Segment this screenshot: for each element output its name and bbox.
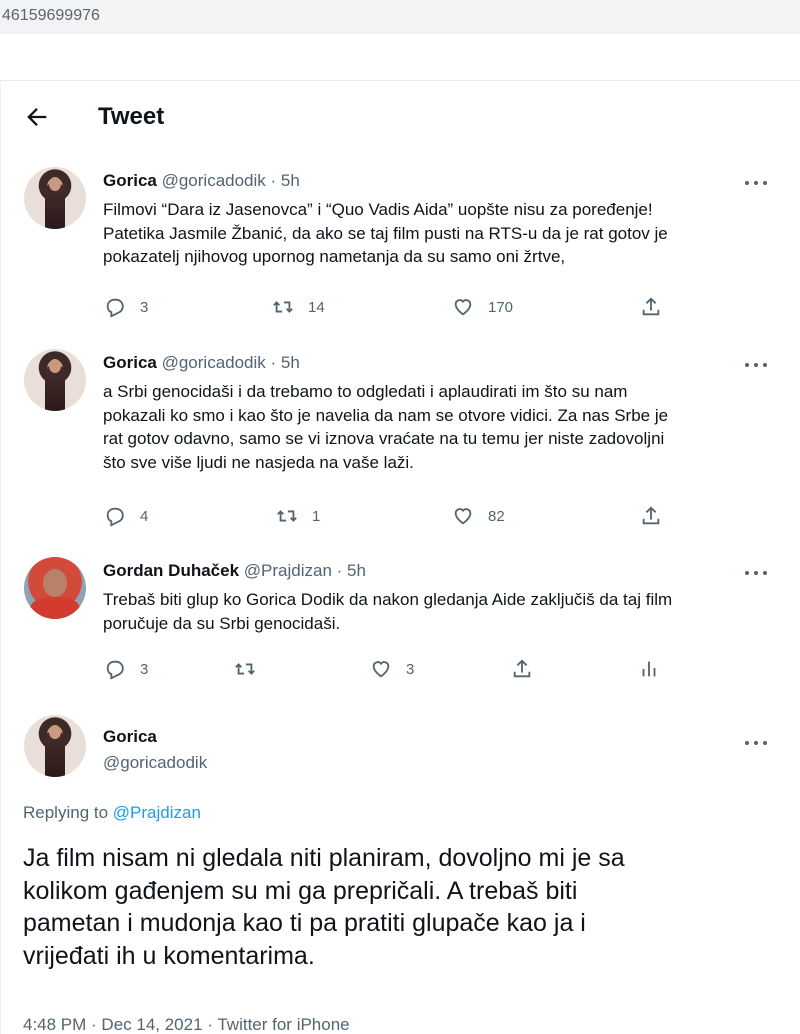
- more-icon[interactable]: [745, 176, 771, 190]
- tweet-line: rat gotov odavno, samo se vi iznova vrać…: [103, 429, 665, 448]
- retweet-icon: [277, 510, 297, 522]
- thread-tweet[interactable]: Gorica @goricadodik · 5h a Srbi genocida…: [1, 349, 800, 545]
- retweet-count: 1: [312, 507, 321, 525]
- replying-label: Replying to: [23, 803, 113, 822]
- like-button[interactable]: 3: [370, 656, 414, 682]
- like-icon: [454, 508, 472, 525]
- avatar[interactable]: [24, 167, 86, 229]
- tweet-timestamp[interactable]: 4:48 PM · Dec 14, 2021 · Twitter for iPh…: [23, 1015, 350, 1034]
- retweet-icon: [273, 301, 293, 313]
- tweet-time[interactable]: · 5h: [271, 353, 300, 372]
- like-count: 3: [406, 660, 415, 678]
- like-button[interactable]: 170: [452, 294, 513, 320]
- share-button[interactable]: [640, 294, 662, 320]
- like-button[interactable]: 82: [452, 503, 505, 529]
- focused-tweet: Gorica @goricadodik Replying to @Prajdiz…: [1, 715, 800, 1034]
- replying-to-link[interactable]: @Prajdizan: [113, 803, 201, 822]
- tweet-line: Patetika Jasmile Žbanić, da ako se taj f…: [103, 223, 668, 243]
- author-name[interactable]: Gorica: [103, 727, 157, 747]
- thread-tweet[interactable]: Gorica @goricadodik · 5h Filmovi “Dara i…: [1, 167, 800, 337]
- retweet-button[interactable]: 14: [272, 294, 325, 320]
- thread-tweet[interactable]: Gordan Duhaček @Prajdizan · 5h Trebaš bi…: [1, 557, 800, 705]
- tweet-meta: Gordan Duhaček @Prajdizan · 5h: [103, 561, 366, 581]
- like-count: 170: [488, 298, 514, 316]
- tweet-line: Ja film nisam ni gledala niti planiram, …: [23, 844, 625, 872]
- tweet-line: pokazatelj njihovog upornog nametanja da…: [103, 247, 566, 266]
- tweet-text: Ja film nisam ni gledala niti planiram, …: [23, 842, 783, 972]
- reply-count: 3: [140, 660, 149, 678]
- analytics-button[interactable]: [638, 656, 660, 682]
- tweet-line: a Srbi genocidaši i da trebamo to odgled…: [103, 382, 628, 401]
- author-handle[interactable]: @goricadodik: [162, 171, 266, 190]
- author-name[interactable]: Gorica: [103, 353, 157, 372]
- more-icon[interactable]: [745, 736, 771, 750]
- like-count: 82: [488, 507, 505, 525]
- tweet-line: vrijeđati ih u komentarima.: [23, 941, 315, 970]
- reply-icon: [106, 507, 124, 527]
- reply-button[interactable]: 3: [104, 656, 148, 682]
- more-icon[interactable]: [745, 566, 771, 580]
- tweet-text: Trebaš biti glup ko Gorica Dodik da nako…: [103, 588, 773, 635]
- author-handle[interactable]: @goricadodik: [103, 753, 207, 773]
- tweet-line: kolikom gađenjem su mi ga prepričali. A …: [23, 876, 578, 905]
- author-name[interactable]: Gorica: [103, 171, 157, 190]
- share-button[interactable]: [640, 503, 662, 529]
- share-icon: [642, 506, 660, 525]
- tweet-text: Filmovi “Dara iz Jasenovca” i “Quo Vadis…: [103, 198, 773, 269]
- page-title: Tweet: [98, 103, 165, 130]
- retweet-button[interactable]: [234, 656, 256, 682]
- tweet-meta: Gorica @goricadodik · 5h: [103, 353, 300, 373]
- author-handle[interactable]: @goricadodik: [162, 353, 266, 372]
- tweet-time[interactable]: · 5h: [337, 561, 366, 580]
- author-handle[interactable]: @Prajdizan: [244, 561, 332, 580]
- like-icon: [454, 299, 472, 316]
- retweet-icon: [235, 663, 255, 675]
- reply-icon: [106, 660, 124, 680]
- share-icon: [513, 659, 531, 678]
- reply-button[interactable]: 3: [104, 294, 148, 320]
- url-fragment: 46159699976: [2, 7, 100, 24]
- avatar[interactable]: [24, 349, 86, 411]
- avatar[interactable]: [24, 715, 86, 777]
- tweet-line: Filmovi “Dara iz Jasenovca” i “Quo Vadis…: [103, 200, 653, 219]
- analytics-icon: [642, 661, 656, 677]
- tweet-column: Tweet Gorica @goricadodik · 5h Filmovi “…: [0, 81, 800, 1034]
- avatar[interactable]: [24, 557, 86, 619]
- reply-count: 3: [140, 298, 149, 316]
- tweet-header: Tweet: [1, 81, 800, 155]
- replying-to: Replying to @Prajdizan: [23, 803, 201, 823]
- tweet-line: poručuje da su Srbi genocidaši.: [103, 613, 341, 633]
- browser-url-bar[interactable]: 46159699976: [0, 0, 800, 34]
- share-icon: [642, 297, 660, 316]
- tweet-line: pokazali ko smo i kao što je navelia da …: [103, 405, 669, 425]
- tweet-line: pametan i mudonja kao ti pa pratiti glup…: [23, 909, 586, 937]
- tweet-meta: Gorica @goricadodik · 5h: [103, 171, 300, 191]
- tweet-line: što sve više ljudi ne nasjeda na vaše la…: [103, 452, 414, 472]
- reply-icon: [106, 298, 124, 318]
- author-name[interactable]: Gordan Duhaček: [103, 561, 239, 580]
- like-icon: [372, 661, 390, 678]
- retweet-button[interactable]: 1: [276, 503, 320, 529]
- more-icon[interactable]: [745, 358, 771, 372]
- tweet-line: Trebaš biti glup ko Gorica Dodik da nako…: [103, 590, 673, 609]
- share-button[interactable]: [511, 656, 533, 682]
- back-arrow-icon[interactable]: [23, 103, 51, 131]
- tweet-time[interactable]: · 5h: [271, 171, 300, 190]
- reply-button[interactable]: 4: [104, 503, 148, 529]
- reply-count: 4: [140, 507, 149, 525]
- tweet-text: a Srbi genocidaši i da trebamo to odgled…: [103, 380, 773, 474]
- retweet-count: 14: [308, 298, 325, 316]
